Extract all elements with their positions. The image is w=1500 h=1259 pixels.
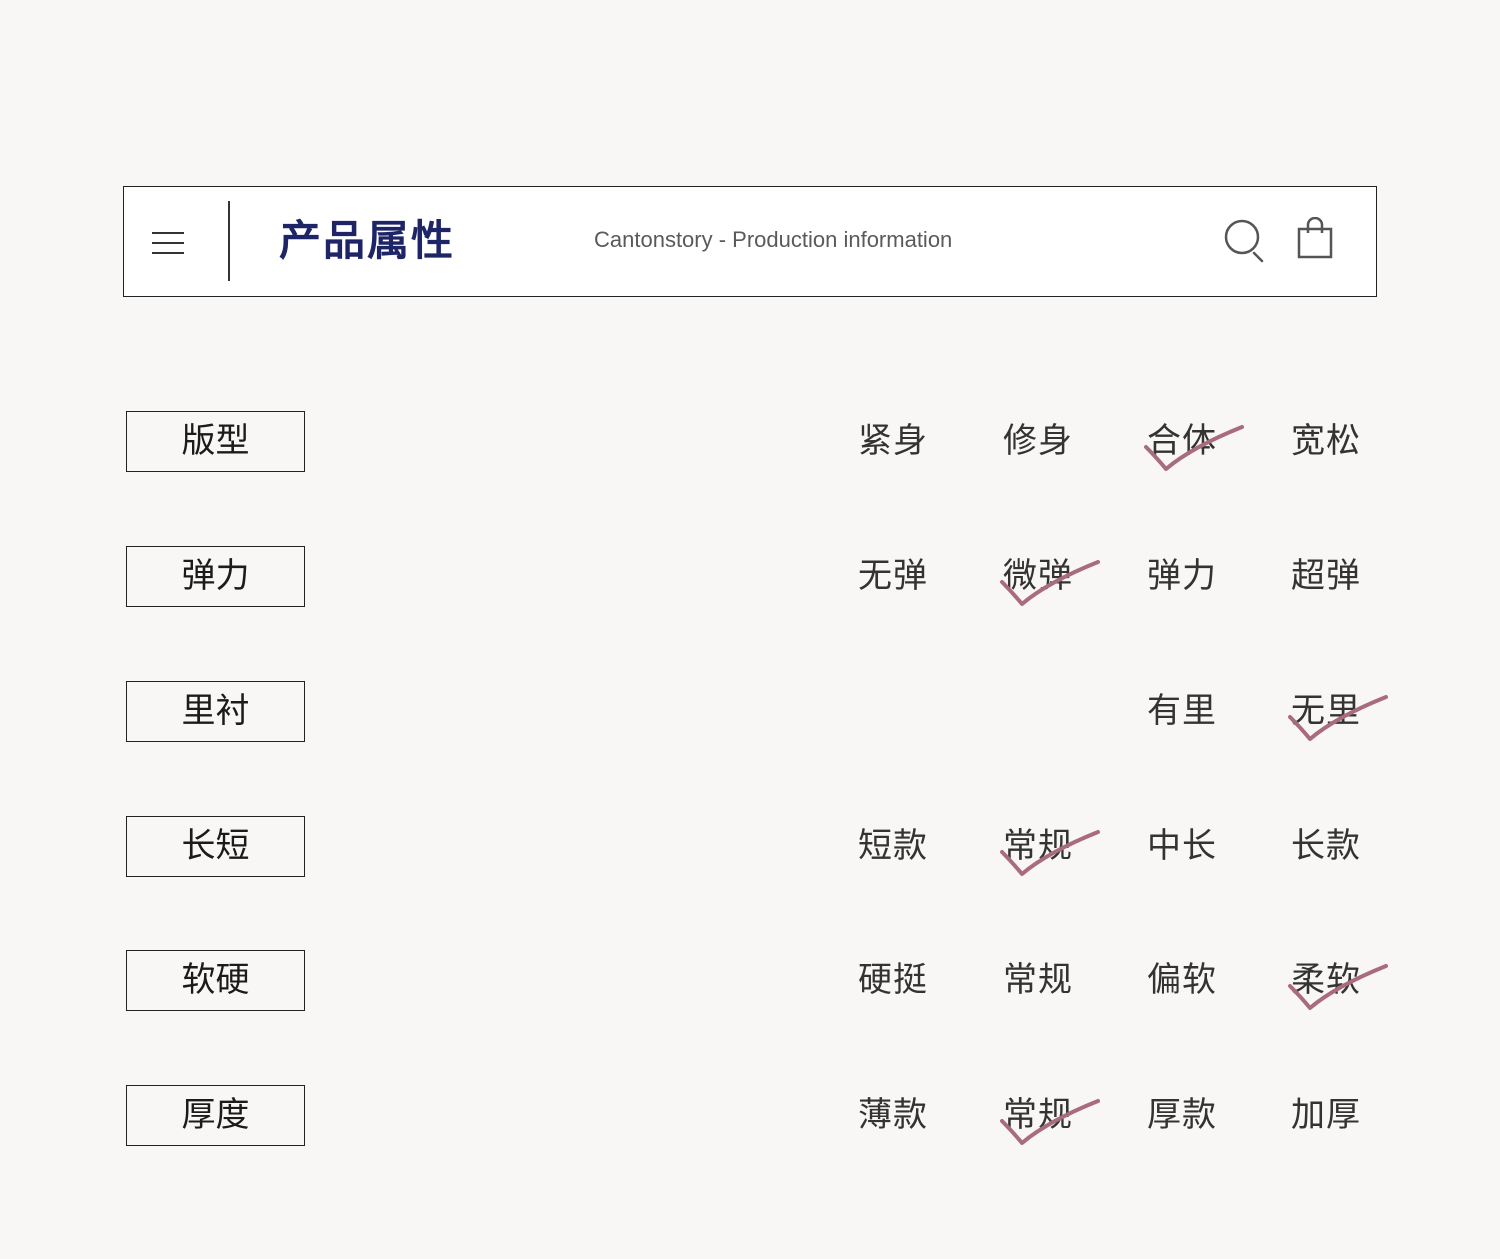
attribute-option-selected[interactable]: 常规 xyxy=(983,821,1093,871)
menu-icon[interactable] xyxy=(152,232,184,254)
header-divider xyxy=(228,201,230,281)
attribute-option[interactable]: 常规 xyxy=(983,955,1093,1005)
attribute-label: 里衬 xyxy=(126,681,305,742)
attribute-option[interactable]: 超弹 xyxy=(1271,551,1381,601)
page-title: 产品属性 xyxy=(279,216,456,265)
attribute-option[interactable]: 紧身 xyxy=(838,416,948,466)
attribute-option[interactable]: 无弹 xyxy=(838,551,948,601)
attribute-label: 弹力 xyxy=(126,546,305,607)
attribute-option-selected[interactable]: 无里 xyxy=(1271,686,1381,736)
attribute-option[interactable]: 中长 xyxy=(1127,821,1237,871)
attribute-option[interactable]: 长款 xyxy=(1271,821,1381,871)
attribute-option[interactable]: 偏软 xyxy=(1127,955,1237,1005)
attribute-label: 长短 xyxy=(126,816,305,877)
attribute-label: 软硬 xyxy=(126,950,305,1011)
attribute-option[interactable]: 短款 xyxy=(838,821,948,871)
attribute-option-selected[interactable]: 柔软 xyxy=(1271,955,1381,1005)
attribute-option[interactable]: 加厚 xyxy=(1271,1090,1381,1140)
attribute-option-selected[interactable]: 合体 xyxy=(1127,416,1237,466)
attribute-option[interactable]: 有里 xyxy=(1127,686,1237,736)
attribute-option[interactable]: 宽松 xyxy=(1271,416,1381,466)
attribute-option[interactable]: 厚款 xyxy=(1127,1090,1237,1140)
attribute-option[interactable]: 薄款 xyxy=(838,1090,948,1140)
attribute-label: 厚度 xyxy=(126,1085,305,1146)
attribute-option-selected[interactable]: 微弹 xyxy=(983,551,1093,601)
attribute-option[interactable]: 修身 xyxy=(983,416,1093,466)
search-icon[interactable] xyxy=(1224,219,1266,263)
shopping-bag-icon[interactable] xyxy=(1297,217,1333,259)
attribute-option[interactable]: 硬挺 xyxy=(838,955,948,1005)
page-subtitle: Cantonstory - Production information xyxy=(594,227,953,252)
app-header: 产品属性 Cantonstory - Production informatio… xyxy=(123,186,1377,297)
attribute-option[interactable]: 弹力 xyxy=(1127,551,1237,601)
attribute-label: 版型 xyxy=(126,411,305,472)
attribute-option-selected[interactable]: 常规 xyxy=(983,1090,1093,1140)
